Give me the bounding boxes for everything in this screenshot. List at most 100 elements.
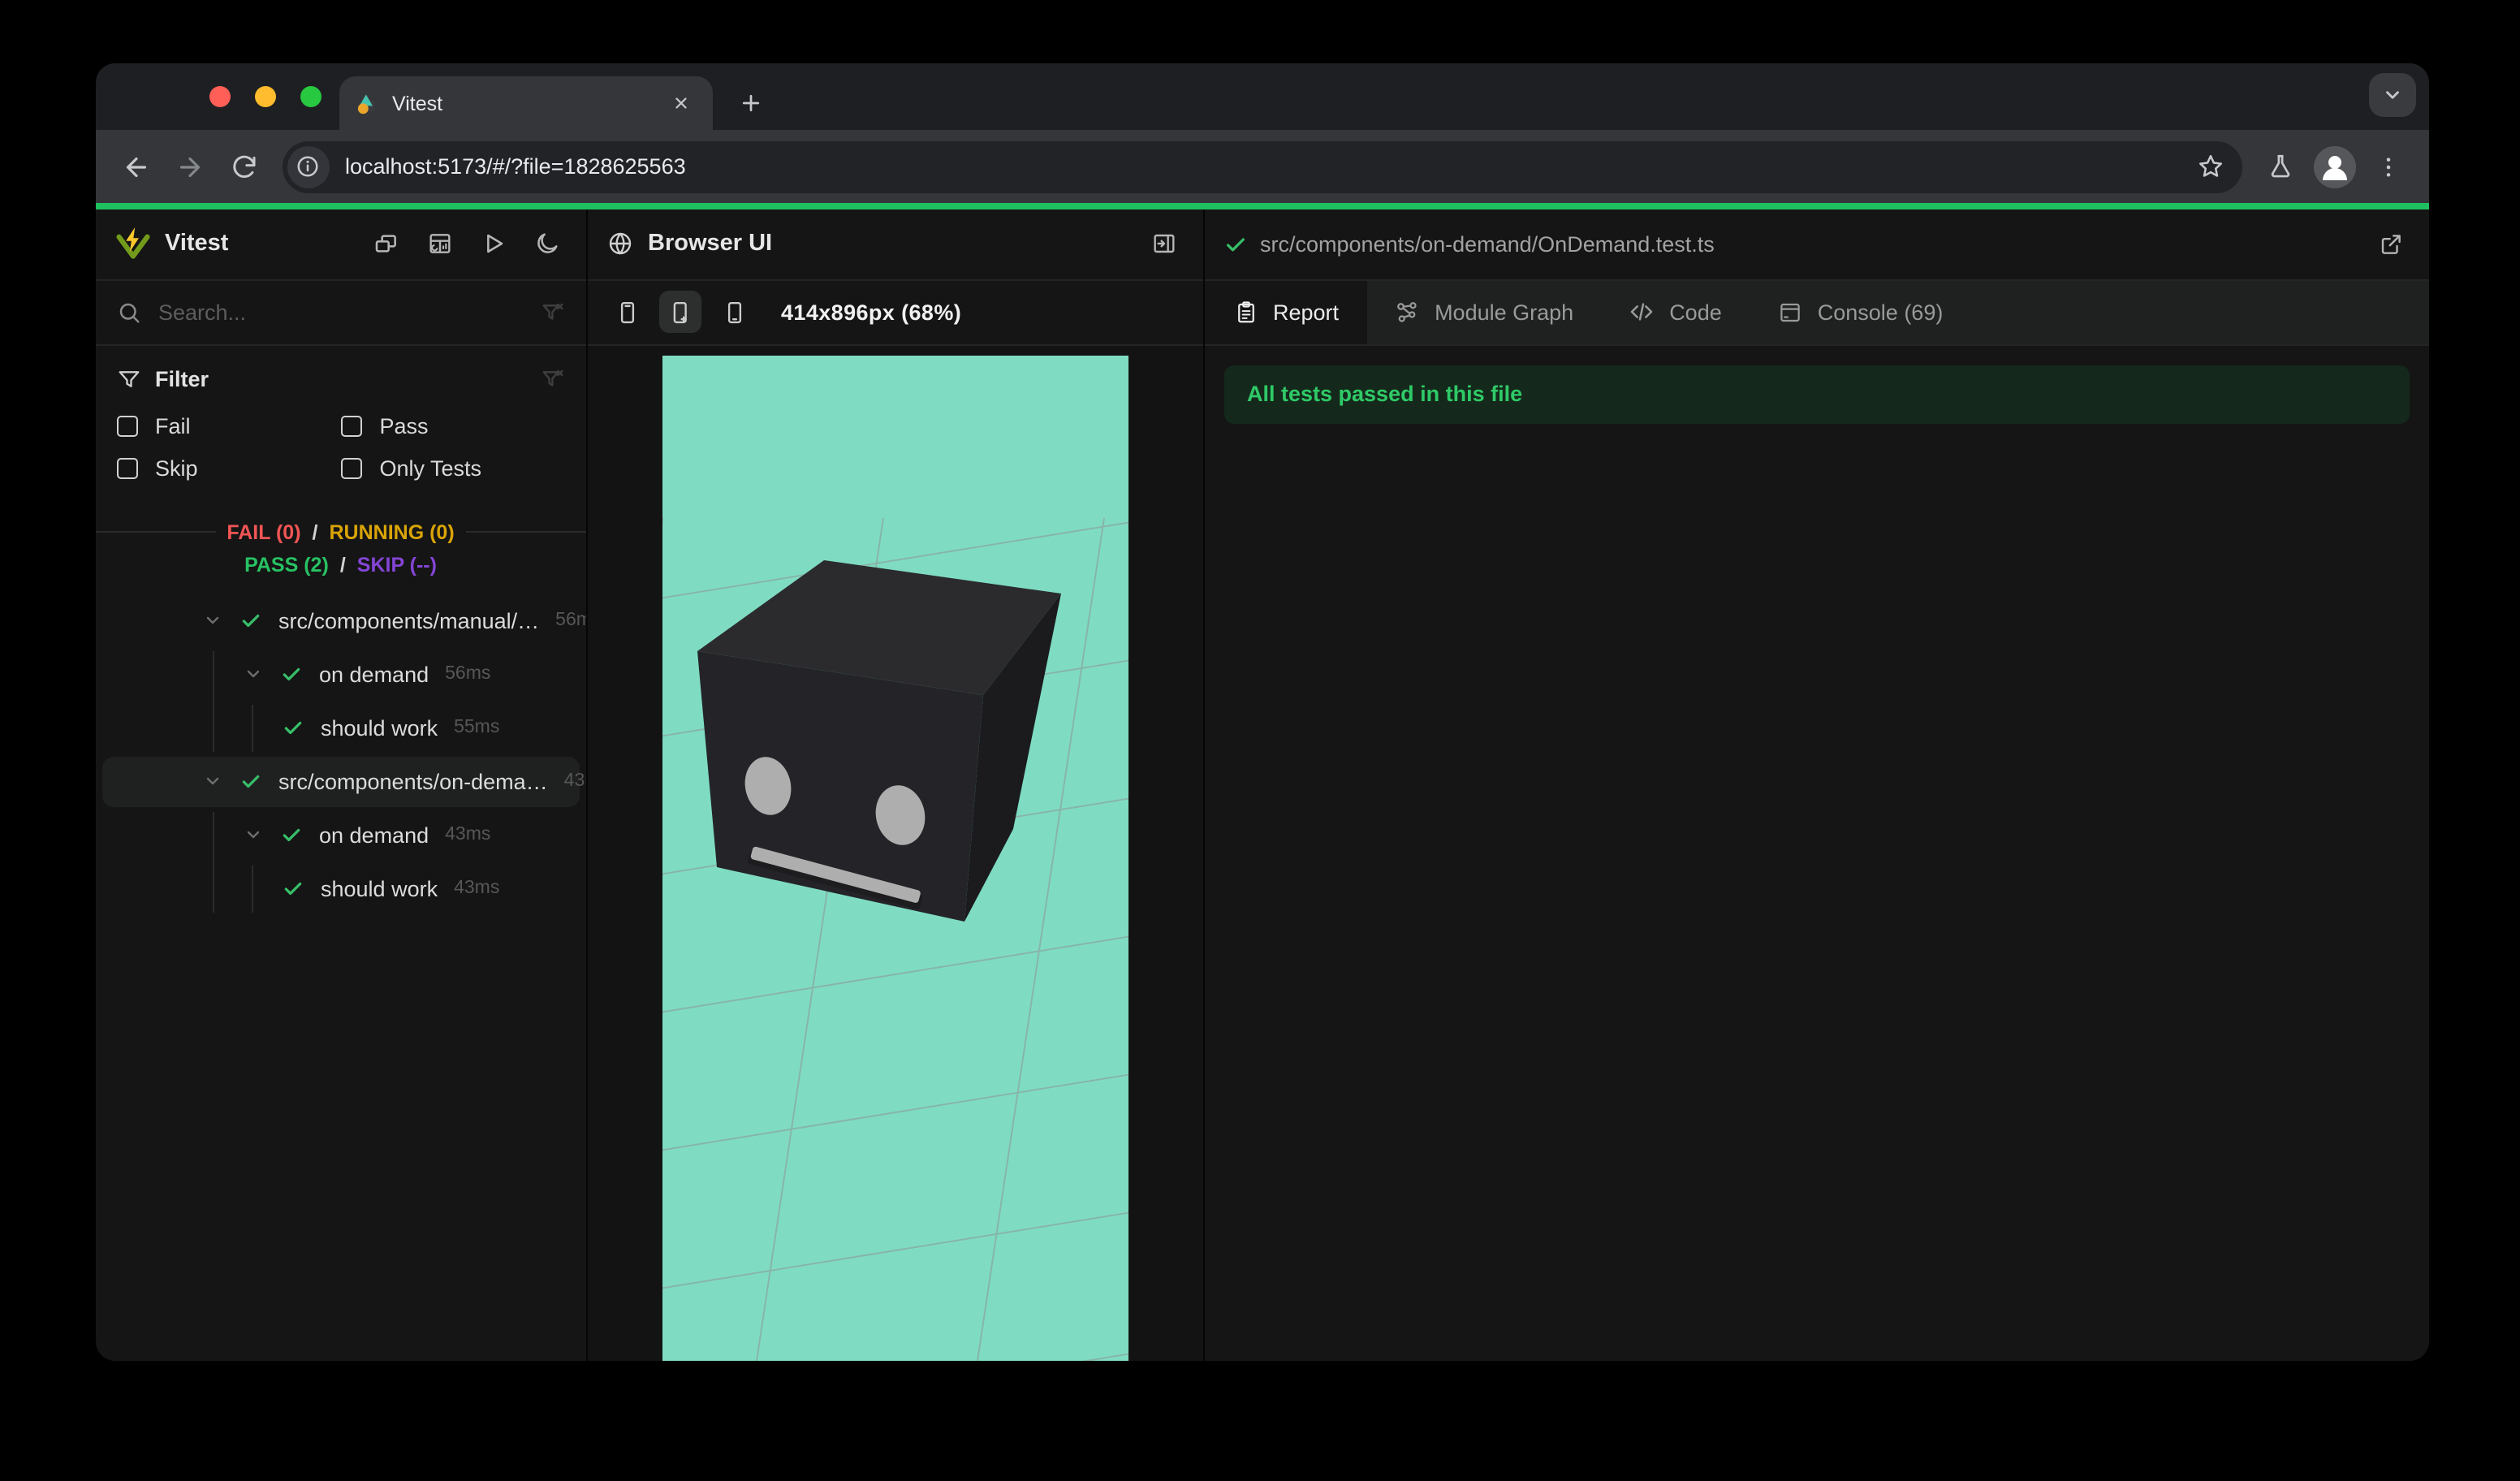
address-bar[interactable]: localhost:5173/#/?file=1828625563 <box>282 140 2242 192</box>
tab-strip: Vitest <box>95 63 2429 130</box>
code-icon <box>1629 299 1655 325</box>
dashboard-windows-icon[interactable] <box>367 225 406 264</box>
pass-check-icon <box>239 771 261 792</box>
tree-test-row[interactable]: should work 43ms <box>95 861 586 915</box>
tree-test-row[interactable]: should work 55ms <box>95 701 586 754</box>
chevron-down-icon[interactable] <box>243 664 262 684</box>
test-tree: src/components/manual/… 56ms on demand 5… <box>95 590 586 1360</box>
tab-search-button[interactable] <box>2369 73 2416 117</box>
tab-title: Vitest <box>392 92 443 114</box>
phone-zoom-out-icon[interactable] <box>713 291 755 333</box>
search-icon <box>116 300 140 324</box>
viewport-toolbar: 414x896px (68%) <box>588 280 1203 345</box>
zoom-window-button[interactable] <box>300 86 321 107</box>
module-graph-icon <box>1394 299 1420 325</box>
filter-title: Filter <box>155 367 209 391</box>
menu-kebab-icon[interactable] <box>2361 140 2414 193</box>
pass-check-icon <box>239 610 261 631</box>
viewport-size-label: 414x896px (68%) <box>781 300 962 324</box>
pass-check-icon <box>280 824 301 845</box>
test-stats: FAIL (0) / RUNNING (0) PASS (2) / SKIP (… <box>95 512 586 590</box>
globe-icon <box>607 231 633 257</box>
sidebar-header: Vitest <box>95 209 586 280</box>
browser-ui-header: Browser UI <box>588 209 1203 280</box>
experiments-flask-icon[interactable] <box>2254 140 2307 193</box>
screen: Vitest localhost:5173/#/?file=1828625563… <box>0 0 2520 1481</box>
test-file-path: src/components/on-demand/OnDemand.test.t… <box>1260 231 1715 257</box>
browser-iframe[interactable] <box>662 355 1128 1360</box>
traffic-lights <box>209 86 321 107</box>
funnel-icon <box>116 367 140 391</box>
report-grid-icon[interactable] <box>421 225 460 264</box>
tab-console[interactable]: Console (69) <box>1750 280 1971 343</box>
open-external-icon[interactable] <box>2371 225 2410 264</box>
pass-count: PASS (2) <box>244 553 329 576</box>
favicon-vitest-icon <box>355 92 378 114</box>
tab-module-graph[interactable]: Module Graph <box>1366 280 1601 343</box>
chevron-down-icon[interactable] <box>202 611 222 630</box>
report-content: All tests passed in this file <box>1205 345 2429 1360</box>
test-progress-bar <box>95 203 2429 209</box>
filter-option-skip[interactable]: Skip <box>116 456 341 480</box>
tab-code[interactable]: Code <box>1601 280 1750 343</box>
back-button[interactable] <box>110 140 163 193</box>
forward-button[interactable] <box>163 140 217 193</box>
browser-window: Vitest localhost:5173/#/?file=1828625563… <box>95 63 2429 1360</box>
filter-option-pass[interactable]: Pass <box>340 413 566 438</box>
phone-icon[interactable] <box>606 291 648 333</box>
clear-search-filter-icon[interactable] <box>541 300 565 324</box>
only-tests-checkbox[interactable] <box>340 457 362 478</box>
pass-check-icon <box>282 717 303 738</box>
search-row <box>95 280 586 345</box>
minimize-window-button[interactable] <box>254 86 275 107</box>
report-header: src/components/on-demand/OnDemand.test.t… <box>1205 209 2429 280</box>
collapse-panel-icon[interactable] <box>1145 225 1184 264</box>
vitest-app: Vitest Search... Filter Fail Pass Skip O… <box>95 203 2429 1360</box>
browser-tab[interactable]: Vitest <box>339 76 712 130</box>
profile-avatar[interactable] <box>2307 140 2361 193</box>
tab-report[interactable]: Report <box>1205 280 1367 343</box>
browser-toolbar: localhost:5173/#/?file=1828625563 <box>95 130 2429 203</box>
url-text[interactable]: localhost:5173/#/?file=1828625563 <box>345 154 2190 179</box>
run-all-icon[interactable] <box>474 225 513 264</box>
all-tests-passed-banner: All tests passed in this file <box>1224 365 2410 423</box>
pass-checkbox[interactable] <box>340 415 362 436</box>
skip-checkbox[interactable] <box>116 457 137 478</box>
running-count: RUNNING (0) <box>329 520 455 543</box>
tree-suite-row[interactable]: on demand 56ms <box>95 647 586 701</box>
sidebar: Vitest Search... Filter Fail Pass Skip O… <box>95 209 588 1360</box>
tab-close-icon[interactable] <box>667 89 696 118</box>
tree-file-row[interactable]: src/components/manual/… 56ms <box>95 594 586 647</box>
new-tab-button[interactable] <box>731 83 770 122</box>
browser-ui-panel: Browser UI 414x896px (68%) <box>588 209 1205 1360</box>
bookmark-star-icon[interactable] <box>2190 147 2229 186</box>
search-input[interactable] <box>155 298 526 326</box>
filter-section: Filter Fail Pass Skip Only Tests <box>95 345 586 499</box>
file-pass-check-icon <box>1224 234 1245 255</box>
moon-icon[interactable] <box>528 225 567 264</box>
tree-suite-row[interactable]: on demand 43ms <box>95 808 586 861</box>
browser-ui-title: Browser UI <box>648 231 773 257</box>
reload-button[interactable] <box>217 140 270 193</box>
app-title: Vitest <box>165 231 229 257</box>
report-tabs: Report Module Graph Code Console (69) <box>1205 280 2429 345</box>
chevron-down-icon[interactable] <box>243 825 262 844</box>
filter-option-only-tests[interactable]: Only Tests <box>340 456 566 480</box>
fail-checkbox[interactable] <box>116 415 137 436</box>
report-panel: src/components/on-demand/OnDemand.test.t… <box>1205 209 2429 1360</box>
filter-option-fail[interactable]: Fail <box>116 413 341 438</box>
chevron-down-icon[interactable] <box>202 771 222 791</box>
pass-check-icon <box>280 663 301 684</box>
3d-scene <box>662 355 1128 1360</box>
fail-count: FAIL (0) <box>227 520 301 543</box>
tree-file-row-selected[interactable]: src/components/on-dema… 43ms <box>95 754 586 808</box>
site-info-icon[interactable] <box>287 145 329 188</box>
vitest-logo-icon <box>114 227 150 262</box>
clear-filter-icon[interactable] <box>541 367 565 391</box>
close-window-button[interactable] <box>209 86 230 107</box>
viewport-area <box>588 345 1203 1360</box>
pass-check-icon <box>282 878 303 899</box>
skip-count: SKIP (--) <box>356 553 437 576</box>
clipboard-icon <box>1232 299 1258 325</box>
phone-zoom-in-icon[interactable] <box>659 291 701 333</box>
